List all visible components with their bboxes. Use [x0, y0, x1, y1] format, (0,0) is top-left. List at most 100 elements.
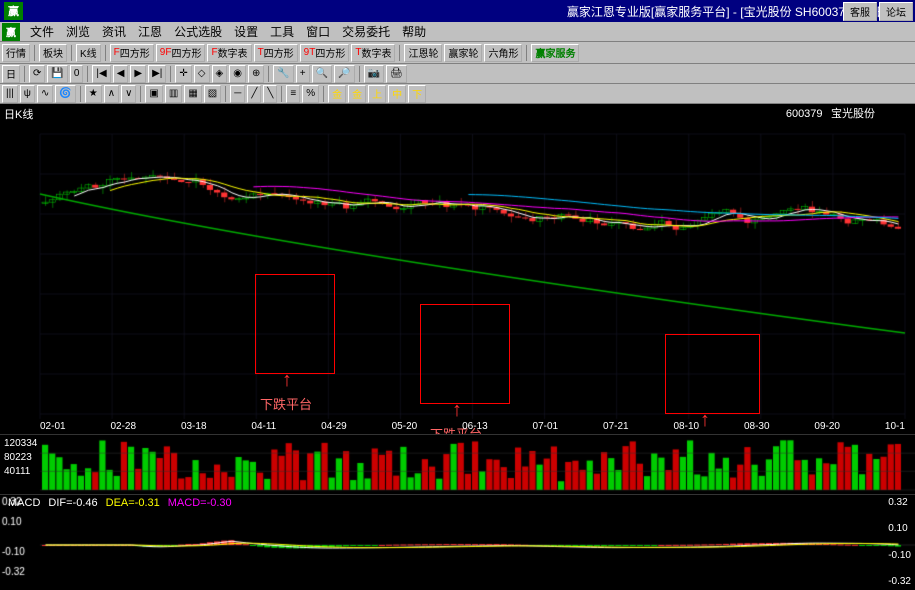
tb-star[interactable]: ★	[85, 85, 102, 103]
tb-play[interactable]: ▶	[130, 65, 146, 83]
tb-sq1[interactable]: ▣	[145, 85, 162, 103]
menu-news[interactable]: 资讯	[96, 22, 132, 41]
tb-winner-service[interactable]: 赢家服务	[531, 44, 579, 62]
toolbar-3: ||| ψ ∿ 🌀 ★ ∧ ∨ ▣ ▥ ▦ ▧ ─ ╱ ╲ ≡ % 金 金 上 …	[0, 84, 915, 104]
x-label-10: 08-30	[744, 421, 770, 432]
tb-sector[interactable]: 板块	[39, 44, 67, 62]
tb-zoom-in[interactable]: 🔍	[312, 65, 332, 83]
tb-winner-wheel[interactable]: 赢家轮	[444, 44, 482, 62]
sep4	[399, 45, 400, 61]
macd-canvas	[0, 495, 915, 590]
toolbar-1: 行情 板块 K线 F四方形 9F四方形 F数字表 T四方形 9T四方形 T数字表…	[0, 42, 915, 64]
tb-p1[interactable]: ∧	[104, 85, 119, 103]
tb-hexagon[interactable]: 六角形	[484, 44, 522, 62]
macd-val-info: MACD=-0.30	[168, 497, 232, 509]
tb-tool2[interactable]: +	[296, 65, 310, 83]
sep10	[359, 66, 360, 82]
x-label-1: 02-28	[110, 421, 136, 432]
tb-tool1[interactable]: 🔧	[273, 65, 293, 83]
tb-gold1[interactable]: 金	[328, 85, 346, 103]
stock-chart-canvas[interactable]	[0, 104, 915, 434]
volume-canvas	[0, 435, 915, 495]
menu-browse[interactable]: 浏览	[60, 22, 96, 41]
sep8	[170, 66, 171, 82]
tb-fnum[interactable]: F数字表	[207, 44, 251, 62]
chart-container[interactable]: 日K线 600379 宝光股份 移动均线 Ma5=9.5812 Ma10=9.9…	[0, 104, 915, 434]
macd-y-labels: 0.32 0.10 -0.10 -0.32	[888, 495, 911, 589]
volume-labels: 120334 80223 40111	[4, 437, 37, 479]
x-label-0: 02-01	[40, 421, 66, 432]
x-label-3: 04-11	[251, 421, 276, 432]
tb-next[interactable]: ▶|	[148, 65, 166, 83]
menu-window[interactable]: 窗口	[300, 22, 336, 41]
tb-draw1[interactable]: ◇	[194, 65, 210, 83]
tb-prev-start[interactable]: |◀	[92, 65, 110, 83]
sep3	[105, 45, 106, 61]
chart-period-label: 日K线	[4, 109, 33, 121]
tb-9t4[interactable]: 9T四方形	[300, 44, 350, 62]
sep14	[281, 86, 282, 102]
tb-e1[interactable]: ≡	[286, 85, 300, 103]
forum-button[interactable]: 论坛	[879, 2, 913, 21]
x-label-5: 05-20	[392, 421, 418, 432]
dea-info: DEA=-0.31	[106, 497, 160, 509]
tb-refresh[interactable]: ⟳	[29, 65, 45, 83]
menu-tools[interactable]: 工具	[264, 22, 300, 41]
x-label-11: 09-20	[814, 421, 840, 432]
tb-market[interactable]: 行情	[2, 44, 30, 62]
tb-line2[interactable]: ╱	[247, 85, 261, 103]
tb-line3[interactable]: ╲	[263, 85, 277, 103]
sep7	[87, 66, 88, 82]
x-axis-labels: 02-01 02-28 03-18 04-11 04-29 05-20 06-1…	[40, 421, 905, 432]
tb-draw3[interactable]: ◉	[229, 65, 246, 83]
tb-fan[interactable]: 🌀	[55, 85, 75, 103]
macd-label: MACD	[8, 497, 40, 509]
tb-camera[interactable]: 📷	[364, 65, 384, 83]
tb-t4[interactable]: T四方形	[254, 44, 298, 62]
tb-sq4[interactable]: ▧	[204, 85, 221, 103]
menu-formula[interactable]: 公式选股	[168, 22, 228, 41]
tb-sq3[interactable]: ▦	[184, 85, 201, 103]
menu-jiangen[interactable]: 江恩	[132, 22, 168, 41]
x-label-7: 07-01	[533, 421, 559, 432]
app-icon: 赢	[4, 2, 23, 20]
tb-sq2[interactable]: ▥	[165, 85, 182, 103]
vol-label-low: 40111	[4, 465, 37, 479]
macd-y-label-3: -0.32	[888, 576, 911, 587]
x-label-9: 08-10	[673, 421, 699, 432]
tb-day[interactable]: 日	[2, 65, 20, 83]
tb-cross[interactable]: ✛	[175, 65, 191, 83]
tb-tnum[interactable]: T数字表	[351, 44, 395, 62]
tb-draw4[interactable]: ⊕	[248, 65, 264, 83]
tb-gold3[interactable]: 上	[368, 85, 386, 103]
tb-draw2[interactable]: ◈	[212, 65, 228, 83]
menu-settings[interactable]: 设置	[228, 22, 264, 41]
tb-h3[interactable]: |||	[2, 85, 18, 103]
menu-help[interactable]: 帮助	[396, 22, 432, 41]
tb-gold4[interactable]: 中	[388, 85, 406, 103]
menu-trade[interactable]: 交易委托	[336, 22, 396, 41]
x-label-2: 03-18	[181, 421, 207, 432]
tb-gold5[interactable]: 下	[408, 85, 426, 103]
sep15	[323, 86, 324, 102]
menu-file[interactable]: 文件	[24, 22, 60, 41]
tb-p2[interactable]: ∨	[121, 85, 136, 103]
tb-prev[interactable]: ◀	[113, 65, 129, 83]
tb-save[interactable]: 💾	[47, 65, 67, 83]
sep2	[71, 45, 72, 61]
tb-line1[interactable]: ─	[230, 85, 245, 103]
tb-zoom-out[interactable]: 🔎	[334, 65, 354, 83]
tb-print[interactable]: 🖨	[386, 65, 407, 83]
tb-9f4[interactable]: 9F四方形	[156, 44, 206, 62]
sep9	[268, 66, 269, 82]
menu-bar: 赢 文件 浏览 资讯 江恩 公式选股 设置 工具 窗口 交易委托 帮助	[0, 22, 915, 42]
tb-pct[interactable]: %	[302, 85, 319, 103]
tb-jiangen-wheel[interactable]: 江恩轮	[404, 44, 442, 62]
tb-gold2[interactable]: 金	[348, 85, 366, 103]
tb-0[interactable]: 0	[70, 65, 84, 83]
customer-service-button[interactable]: 客服	[843, 2, 877, 21]
tb-wave[interactable]: ∿	[37, 85, 53, 103]
tb-kline[interactable]: K线	[76, 44, 101, 62]
tb-f4[interactable]: F四方形	[110, 44, 154, 62]
tb-stoch[interactable]: ψ	[20, 85, 35, 103]
